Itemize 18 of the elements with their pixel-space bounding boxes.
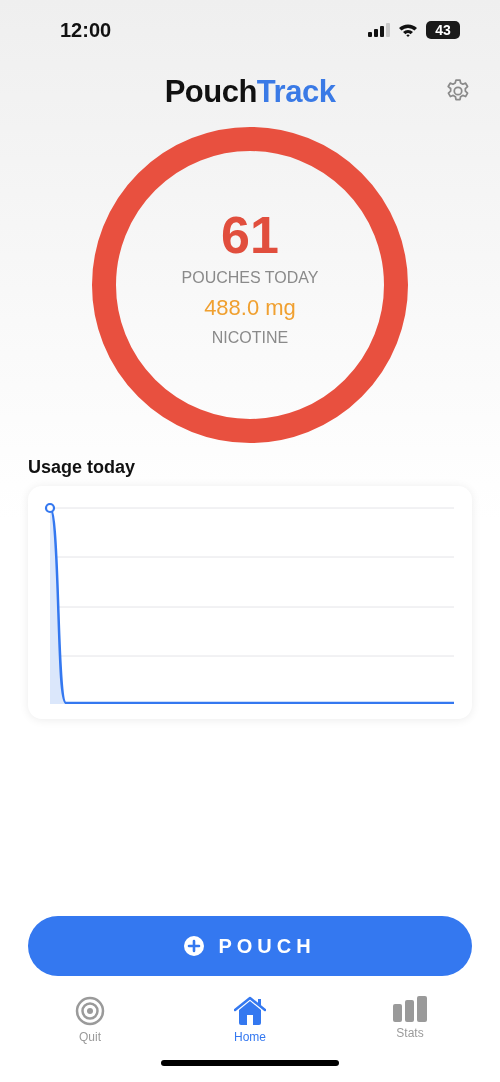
tab-item[interactable]: Home xyxy=(208,996,292,1048)
add-pouch-button[interactable]: POUCH xyxy=(28,916,472,976)
pouch-count: 61 xyxy=(221,207,279,265)
battery-icon: 43 xyxy=(426,21,460,39)
wifi-icon xyxy=(398,23,418,37)
section-title: Usage today xyxy=(28,457,137,478)
bar-chart-icon xyxy=(393,996,427,1022)
plus-icon xyxy=(184,936,205,956)
home-icon xyxy=(234,996,266,1026)
app-title: PouchTrack xyxy=(164,74,336,110)
target-icon xyxy=(75,996,105,1026)
signal-icon xyxy=(368,23,390,37)
count-label: POUCHES TODAY xyxy=(181,268,319,287)
tab-item[interactable]: Stats xyxy=(368,996,452,1048)
amount-label: NICOTINE xyxy=(211,328,289,347)
nicotine-amount: 488.0 mg xyxy=(204,294,296,321)
status-time: 12:00 xyxy=(60,18,112,42)
tab-item[interactable]: Quit xyxy=(48,996,132,1048)
